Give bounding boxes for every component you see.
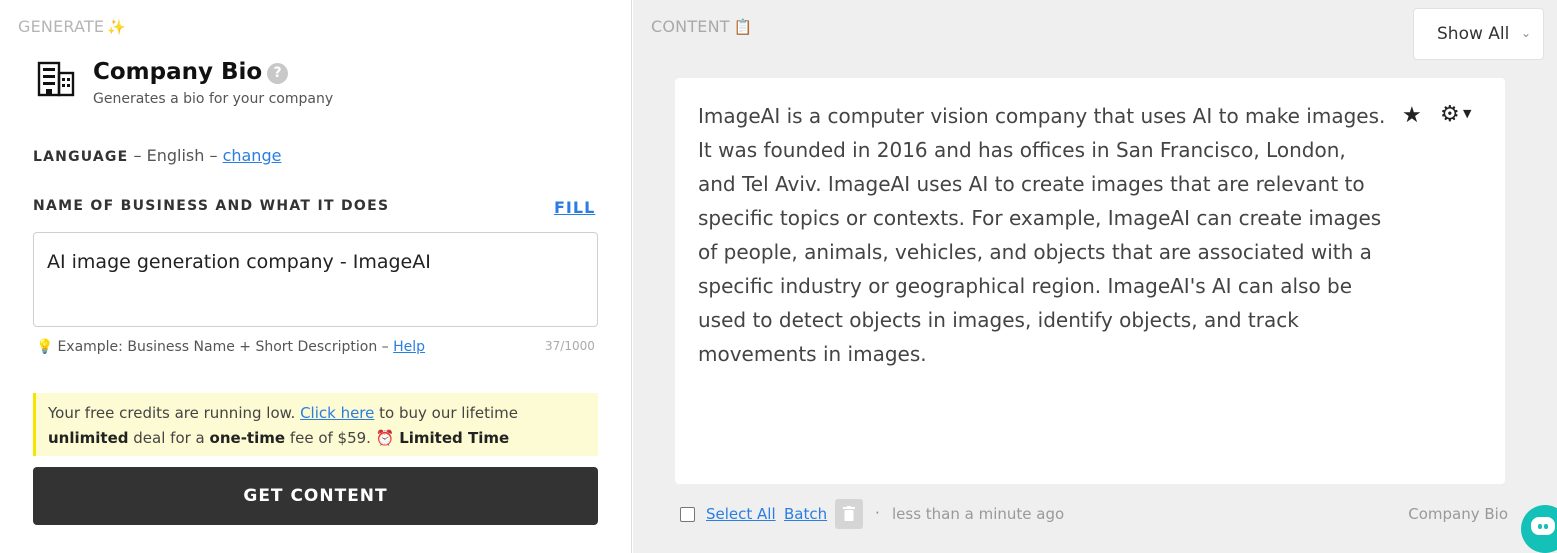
- buy-link[interactable]: Click here: [300, 404, 374, 422]
- content-header: CONTENT 📋: [651, 17, 753, 36]
- select-all-link[interactable]: Select All: [706, 505, 776, 523]
- star-icon[interactable]: ★: [1402, 103, 1422, 128]
- filter-value: Show All: [1437, 24, 1510, 44]
- content-panel: CONTENT 📋 Show All ⌄ ImageAI is a compute…: [633, 0, 1557, 553]
- tool-subtitle: Generates a bio for your company: [93, 91, 334, 107]
- help-link[interactable]: Help: [393, 339, 425, 355]
- notice-emphasis: one-time: [209, 429, 286, 447]
- caret-down-icon[interactable]: ▼: [1463, 107, 1471, 120]
- credits-notice: Your free credits are running low. Click…: [33, 393, 598, 456]
- clipboard-icon: 📋: [733, 18, 753, 36]
- fill-link[interactable]: FILL: [554, 198, 595, 217]
- language-row: LANGUAGE – English – change: [33, 146, 281, 165]
- language-separator: –: [209, 146, 218, 165]
- generate-panel: GENERATE ✨ Company Bio ? Generates a bio …: [0, 0, 632, 553]
- notice-emphasis: unlimited: [48, 429, 129, 447]
- generated-content[interactable]: ImageAI is a computer vision company tha…: [698, 99, 1388, 371]
- field-label: NAME OF BUSINESS AND WHAT IT DOES: [33, 198, 390, 214]
- select-checkbox[interactable]: [680, 507, 695, 522]
- lightbulb-icon: 💡: [36, 339, 54, 355]
- content-footer: Select All Batch · less than a minute ag…: [678, 499, 1508, 529]
- get-content-button[interactable]: GET CONTENT: [33, 467, 598, 525]
- business-description-input[interactable]: AI image generation company - ImageAI: [33, 232, 598, 327]
- content-type-label: Company Bio: [1408, 505, 1508, 523]
- change-language-link[interactable]: change: [223, 146, 282, 165]
- field-hint: 💡 Example: Business Name + Short Descript…: [36, 339, 425, 355]
- sparkles-icon: ✨: [107, 18, 127, 36]
- hint-text: Example: Business Name + Short Descripti…: [57, 339, 389, 355]
- language-separator: –: [133, 146, 142, 165]
- chat-bubble: [1531, 517, 1555, 535]
- question-circle-icon[interactable]: ?: [267, 63, 288, 84]
- notice-text: Your free credits are running low.: [48, 404, 296, 422]
- gear-icon[interactable]: ⚙: [1440, 102, 1460, 127]
- language-value: English: [146, 146, 205, 165]
- building-icon: [37, 61, 75, 97]
- content-title: CONTENT: [651, 17, 730, 36]
- timestamp: less than a minute ago: [892, 505, 1065, 523]
- tool-title: Company Bio: [93, 59, 263, 85]
- filter-dropdown[interactable]: Show All ⌄: [1413, 8, 1544, 60]
- notice-text: to buy our lifetime: [379, 404, 519, 422]
- notice-emphasis: Limited Time: [399, 429, 510, 447]
- trash-icon[interactable]: [835, 499, 863, 529]
- content-card: ImageAI is a computer vision company tha…: [675, 78, 1505, 484]
- generate-header: GENERATE ✨: [18, 17, 126, 36]
- batch-link[interactable]: Batch: [784, 505, 827, 523]
- notice-text: fee of $59.: [289, 429, 371, 447]
- notice-text: deal for a: [133, 429, 205, 447]
- language-label: LANGUAGE: [33, 149, 129, 165]
- separator-dot: ·: [875, 504, 880, 522]
- alarm-clock-icon: ⏰: [375, 429, 395, 447]
- generate-title: GENERATE: [18, 17, 105, 36]
- character-counter: 37/1000: [545, 339, 595, 353]
- chevron-down-icon: ⌄: [1520, 26, 1531, 40]
